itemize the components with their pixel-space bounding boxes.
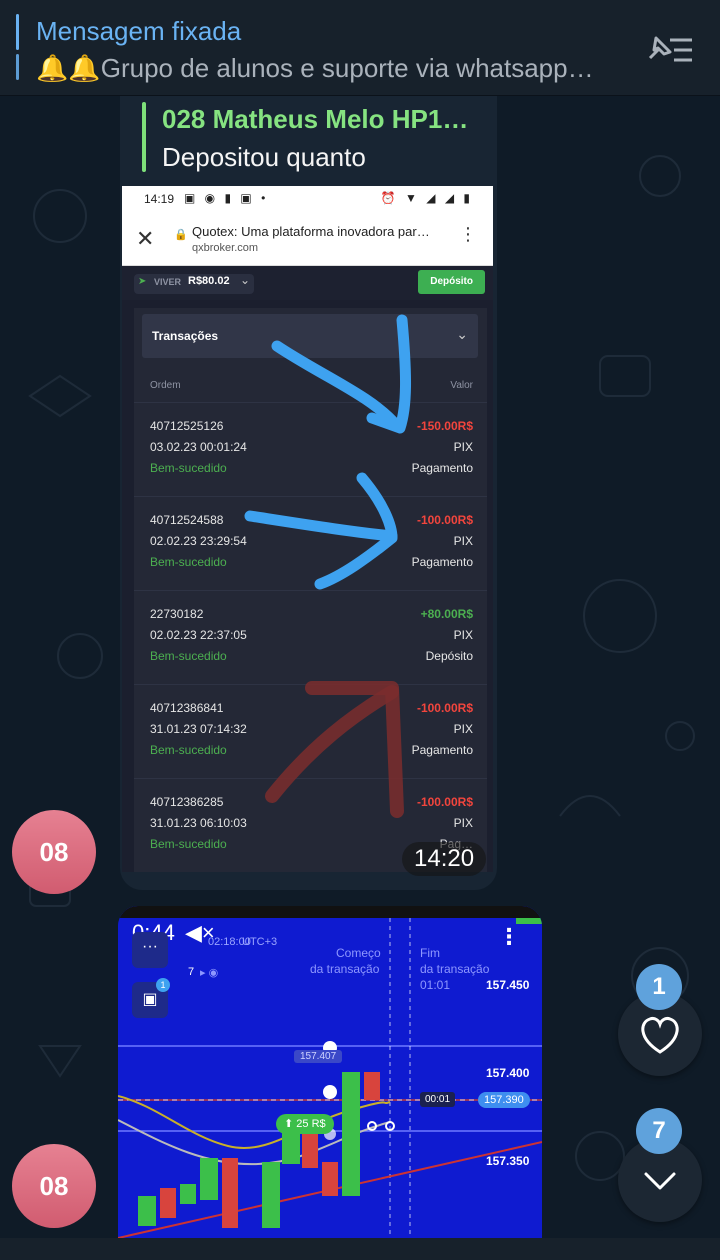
trading-chart	[118, 906, 542, 1260]
bet-badge: ⬆ 25 R$	[276, 1114, 334, 1134]
reactions-count-badge: 1	[636, 964, 682, 1010]
countdown: 00:01	[420, 1092, 456, 1107]
price-tick: 157.350	[486, 1154, 530, 1168]
reply-text: Depositou quanto	[162, 142, 366, 172]
start-label-sub: da transação	[310, 962, 380, 976]
price-tick: 157.450	[486, 978, 530, 992]
start-label: Começo	[336, 946, 381, 960]
unread-count-badge: 7	[636, 1108, 682, 1154]
trade-badge: 1	[156, 978, 170, 992]
pinned-message-bar[interactable]: Mensagem fixada 🔔🔔Grupo de alunos e supo…	[0, 0, 720, 96]
price-tick: 157.400	[486, 1066, 530, 1080]
more-icon[interactable]: ⋮	[498, 924, 520, 950]
bottom-bar	[0, 1238, 720, 1260]
pinned-indicator	[16, 14, 19, 50]
video-attachment[interactable]: 0:44 ◀× ⋮ 02:18:00 UTC+3 Começo da trans…	[118, 906, 542, 1260]
up-arrow-icon: ⬆	[284, 1118, 294, 1130]
pinned-text: 🔔🔔Grupo de alunos e suporte via whatsapp…	[36, 53, 594, 83]
avatar[interactable]: 08	[12, 810, 96, 894]
pinned-title: Mensagem fixada	[36, 16, 242, 46]
menu-dots-icon: ···	[132, 932, 168, 968]
bet-amount: 25 R$	[296, 1118, 326, 1130]
end-label-sub: da transação	[420, 962, 490, 976]
reply-quote-bar	[142, 102, 146, 172]
current-price: 157.390	[478, 1092, 530, 1108]
price-bubble: 157.407	[294, 1050, 343, 1063]
chart-timezone: UTC+3	[242, 936, 278, 948]
message-time: 14:20	[402, 842, 487, 876]
pinned-indicator-secondary	[16, 54, 19, 80]
avatar[interactable]: 08	[12, 1144, 96, 1228]
photo-attachment[interactable]: 14:19 ▣ ◉ ▮ ▣ • ⏰ ▼ ◢ ◢ ▮ ✕ 🔒 Quotex: Um…	[122, 186, 493, 872]
end-time: 01:01	[420, 978, 451, 992]
reply-author[interactable]: 028 Matheus Melo HP1…	[162, 104, 468, 135]
play-icon: ▸ ◉	[200, 967, 219, 979]
trade-count: 7	[188, 966, 195, 978]
drawn-arrows	[244, 314, 412, 818]
end-label: Fim	[420, 946, 440, 960]
pinned-list-icon[interactable]	[640, 28, 700, 68]
